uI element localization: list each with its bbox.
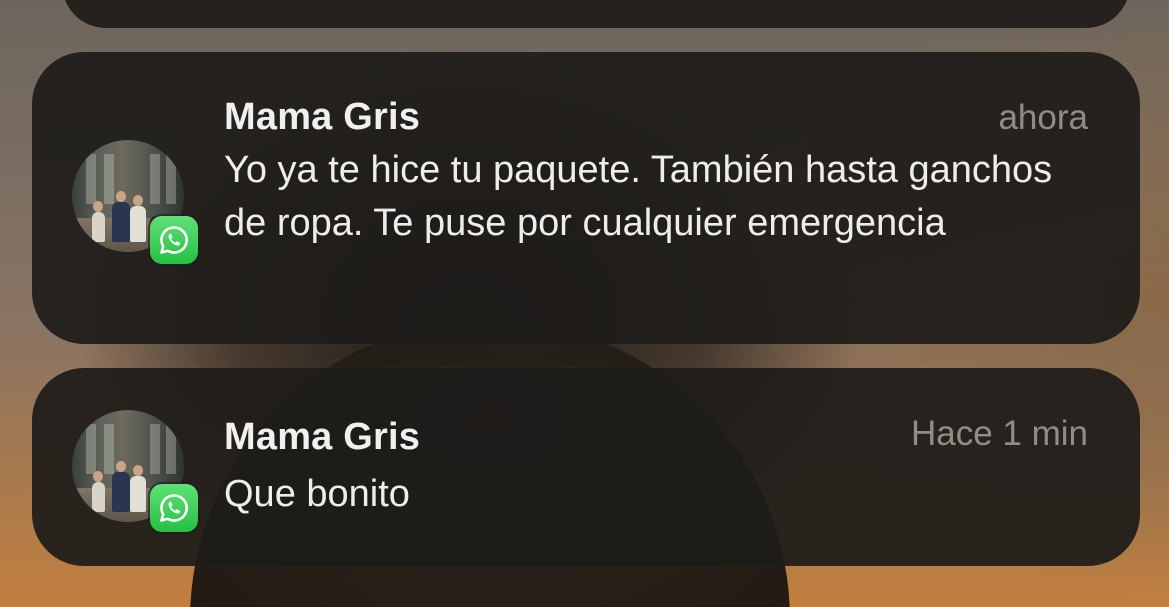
notification-time: ahora (998, 98, 1088, 137)
message-preview: Yo ya te hice tu paquete. También hasta … (224, 149, 1053, 244)
whatsapp-icon (150, 484, 198, 532)
previous-notification-card[interactable] (62, 0, 1130, 28)
notification-card[interactable]: Mama Gris ahora Yo ya te hice tu paquete… (32, 52, 1140, 344)
message-preview: Que bonito (224, 473, 410, 515)
sender-name: Mama Gris (224, 416, 421, 458)
whatsapp-icon (150, 216, 198, 264)
notification-time: Hace 1 min (910, 414, 1088, 453)
sender-name: Mama Gris (224, 96, 421, 138)
notification-card[interactable]: Mama Gris Hace 1 min Que bonito (32, 368, 1140, 566)
